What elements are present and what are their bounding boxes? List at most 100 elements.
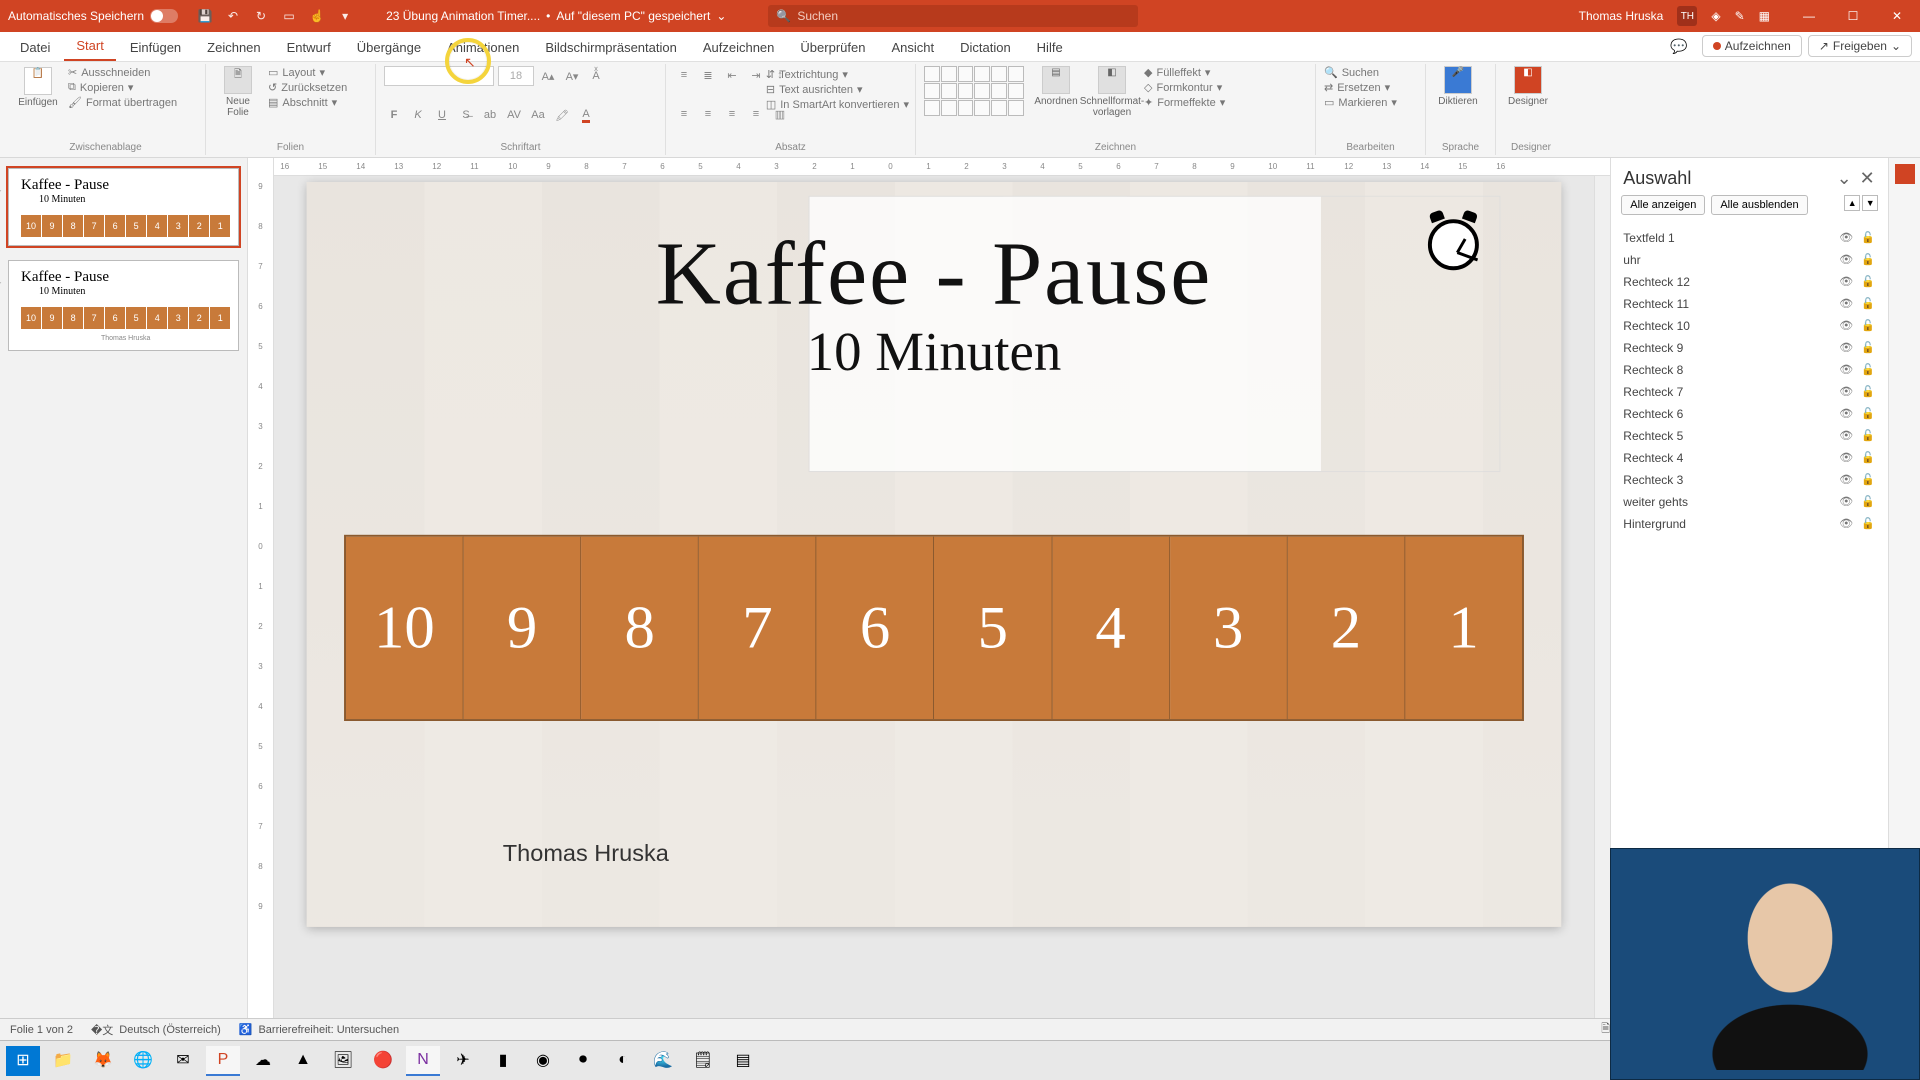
visibility-toggle-icon[interactable]: 👁: [1838, 385, 1854, 399]
taskbar-firefox[interactable]: 🦊: [86, 1046, 120, 1076]
text-direction-button[interactable]: ⇵ Textrichtung ▾: [766, 68, 909, 81]
format-painter-button[interactable]: 🖌 Format übertragen: [68, 96, 177, 109]
visibility-toggle-icon[interactable]: 👁: [1838, 407, 1854, 421]
taskbar-outlook[interactable]: ✉: [166, 1046, 200, 1076]
tab-entwurf[interactable]: Entwurf: [275, 34, 343, 61]
lock-toggle-icon[interactable]: 🔓: [1860, 231, 1876, 245]
reset-button[interactable]: ↺ Zurücksetzen: [268, 81, 347, 94]
taskbar-photos[interactable]: 🖼: [326, 1046, 360, 1076]
selection-item[interactable]: Rechteck 11👁🔓: [1621, 293, 1878, 315]
justify-icon[interactable]: ≡: [746, 105, 766, 123]
chevron-down-icon[interactable]: ⌄: [716, 9, 726, 23]
align-text-button[interactable]: ⊟ Text ausrichten ▾: [766, 83, 909, 96]
lock-toggle-icon[interactable]: 🔓: [1860, 297, 1876, 311]
timer-bar[interactable]: 10 9 8 7 6 5 4 3 2 1: [344, 535, 1524, 721]
taskbar-powerpoint[interactable]: P: [206, 1046, 240, 1076]
selection-item[interactable]: weiter gehts👁🔓: [1621, 491, 1878, 513]
italic-icon[interactable]: K: [408, 106, 428, 124]
selection-item[interactable]: Rechteck 5👁🔓: [1621, 425, 1878, 447]
timer-cell[interactable]: 8: [582, 537, 700, 719]
selection-item[interactable]: uhr👁🔓: [1621, 249, 1878, 271]
visibility-toggle-icon[interactable]: 👁: [1838, 231, 1854, 245]
taskbar-vlc[interactable]: ▲: [286, 1046, 320, 1076]
bullets-icon[interactable]: ≡: [674, 66, 694, 84]
coming-soon-icon[interactable]: ◈: [1711, 9, 1720, 23]
maximize-button[interactable]: ☐: [1838, 9, 1868, 23]
visibility-toggle-icon[interactable]: 👁: [1838, 517, 1854, 531]
section-button[interactable]: ▤ Abschnitt ▾: [268, 96, 347, 109]
pane-close-icon[interactable]: ✕: [1858, 168, 1876, 189]
taskbar-telegram[interactable]: ✈: [446, 1046, 480, 1076]
draw-icon[interactable]: ✎: [1735, 9, 1745, 23]
selection-item[interactable]: Rechteck 4👁🔓: [1621, 447, 1878, 469]
smartart-button[interactable]: ◫ In SmartArt konvertieren ▾: [766, 98, 909, 111]
show-all-button[interactable]: Alle anzeigen: [1621, 195, 1705, 215]
tab-praesentation[interactable]: Bildschirmpräsentation: [533, 34, 689, 61]
tab-hilfe[interactable]: Hilfe: [1025, 34, 1075, 61]
slide-counter[interactable]: Folie 1 von 2: [10, 1024, 73, 1036]
find-button[interactable]: 🔍 Suchen: [1324, 66, 1417, 79]
vertical-scrollbar[interactable]: [1594, 158, 1610, 1018]
lock-toggle-icon[interactable]: 🔓: [1860, 253, 1876, 267]
selection-item[interactable]: Textfeld 1👁🔓: [1621, 227, 1878, 249]
selection-item[interactable]: Rechteck 7👁🔓: [1621, 381, 1878, 403]
autosave-toggle[interactable]: Automatisches Speichern: [8, 9, 178, 23]
toggle-switch-icon[interactable]: [150, 9, 178, 23]
tab-start[interactable]: Start: [64, 32, 115, 61]
visibility-toggle-icon[interactable]: 👁: [1838, 275, 1854, 289]
undo-icon[interactable]: ↶: [224, 7, 242, 25]
new-slide-button[interactable]: 🗎 Neue Folie: [214, 66, 262, 118]
lock-toggle-icon[interactable]: 🔓: [1860, 363, 1876, 377]
tab-ueberpruefen[interactable]: Überprüfen: [788, 34, 877, 61]
lock-toggle-icon[interactable]: 🔓: [1860, 517, 1876, 531]
taskbar-notepad[interactable]: 🗒: [686, 1046, 720, 1076]
char-spacing-icon[interactable]: AV: [504, 106, 524, 124]
language-status[interactable]: �文 Deutsch (Österreich): [91, 1022, 221, 1038]
comments-icon[interactable]: 💬: [1662, 38, 1695, 55]
move-up-icon[interactable]: ▲: [1844, 195, 1860, 211]
taskbar-record[interactable]: ⏺: [566, 1046, 600, 1076]
selection-item[interactable]: Hintergrund👁🔓: [1621, 513, 1878, 535]
window-layout-icon[interactable]: ▦: [1759, 9, 1770, 23]
visibility-toggle-icon[interactable]: 👁: [1838, 473, 1854, 487]
visibility-toggle-icon[interactable]: 👁: [1838, 297, 1854, 311]
taskbar-obs[interactable]: ◉: [526, 1046, 560, 1076]
tab-dictation[interactable]: Dictation: [948, 34, 1023, 61]
visibility-toggle-icon[interactable]: 👁: [1838, 451, 1854, 465]
timer-cell[interactable]: 2: [1288, 537, 1406, 719]
timer-cell[interactable]: 5: [935, 537, 1053, 719]
tab-uebergaenge[interactable]: Übergänge: [345, 34, 433, 61]
strike-icon[interactable]: S̶: [456, 106, 476, 124]
selection-item[interactable]: Rechteck 8👁🔓: [1621, 359, 1878, 381]
present-from-start-icon[interactable]: ▭: [280, 7, 298, 25]
touch-mode-icon[interactable]: ☝: [308, 7, 326, 25]
user-name[interactable]: Thomas Hruska: [1579, 9, 1664, 23]
lock-toggle-icon[interactable]: 🔓: [1860, 429, 1876, 443]
numbering-icon[interactable]: ≣: [698, 66, 718, 84]
paste-button[interactable]: 📋 Einfügen: [14, 66, 62, 109]
shape-effects-button[interactable]: ✦ Formeffekte ▾: [1144, 96, 1225, 109]
slide-thumbnails[interactable]: 1 ★ Kaffee - Pause 10 Minuten 1098765432…: [0, 158, 248, 1018]
slide-canvas[interactable]: Kaffee - Pause 10 Minuten 10 9 8 7 6 5 4…: [307, 182, 1561, 927]
lock-toggle-icon[interactable]: 🔓: [1860, 473, 1876, 487]
pane-dropdown-icon[interactable]: ⌄: [1835, 168, 1853, 189]
taskbar-explorer[interactable]: 📁: [46, 1046, 80, 1076]
timer-cell[interactable]: 7: [699, 537, 817, 719]
designer-tile-icon[interactable]: [1895, 164, 1915, 184]
tab-zeichnen[interactable]: Zeichnen: [195, 34, 272, 61]
taskbar-app-1[interactable]: 🔴: [366, 1046, 400, 1076]
underline-icon[interactable]: U: [432, 106, 452, 124]
lock-toggle-icon[interactable]: 🔓: [1860, 341, 1876, 355]
share-button[interactable]: ↗Freigeben⌄: [1808, 35, 1912, 57]
selection-item[interactable]: Rechteck 12👁🔓: [1621, 271, 1878, 293]
align-center-icon[interactable]: ≡: [698, 105, 718, 123]
slide-subtitle[interactable]: 10 Minuten: [307, 321, 1561, 384]
font-size-combo[interactable]: 18: [498, 66, 534, 86]
indent-dec-icon[interactable]: ⇤: [722, 66, 742, 84]
indent-inc-icon[interactable]: ⇥: [746, 66, 766, 84]
timer-cell[interactable]: 3: [1170, 537, 1288, 719]
designer-button[interactable]: ◧Designer: [1504, 66, 1552, 107]
selection-item[interactable]: Rechteck 10👁🔓: [1621, 315, 1878, 337]
selection-item[interactable]: Rechteck 3👁🔓: [1621, 469, 1878, 491]
visibility-toggle-icon[interactable]: 👁: [1838, 341, 1854, 355]
